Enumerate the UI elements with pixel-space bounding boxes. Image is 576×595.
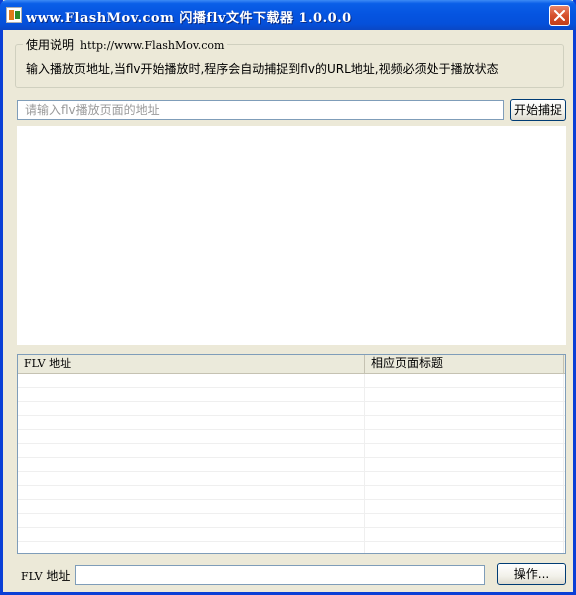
flv-list[interactable]: FLV 地址 相应页面标题 xyxy=(17,354,566,554)
start-capture-button[interactable]: 开始捕捉 xyxy=(510,99,566,121)
table-cell xyxy=(18,458,365,471)
table-row[interactable] xyxy=(18,472,565,486)
table-cell xyxy=(365,458,564,471)
table-row[interactable] xyxy=(18,500,565,514)
table-cell xyxy=(365,500,564,513)
table-cell xyxy=(365,528,564,541)
column-header-flv-url[interactable]: FLV 地址 xyxy=(18,355,365,373)
table-row[interactable] xyxy=(18,374,565,388)
app-icon xyxy=(6,7,22,23)
column-header-page-title[interactable]: 相应页面标题 xyxy=(365,355,564,373)
table-cell xyxy=(365,486,564,499)
table-cell xyxy=(18,528,365,541)
table-row[interactable] xyxy=(18,388,565,402)
flv-label-suffix: 地址 xyxy=(42,569,71,583)
table-cell xyxy=(18,500,365,513)
list-header: FLV 地址 相应页面标题 xyxy=(18,355,565,374)
table-row[interactable] xyxy=(18,528,565,542)
table-cell xyxy=(365,444,564,457)
table-cell xyxy=(18,486,365,499)
table-cell xyxy=(18,374,365,387)
table-cell xyxy=(18,416,365,429)
flv-address-input[interactable] xyxy=(75,565,485,585)
table-row[interactable] xyxy=(18,486,565,500)
table-cell xyxy=(365,430,564,443)
title-bar[interactable]: www.FlashMov.com 闪播flv文件下载器 1.0.0.0 xyxy=(0,0,576,30)
table-row[interactable] xyxy=(18,444,565,458)
table-cell xyxy=(365,472,564,485)
table-row[interactable] xyxy=(18,514,565,528)
close-icon xyxy=(554,10,565,21)
flv-address-label: FLV 地址 xyxy=(21,567,70,584)
website-link[interactable]: http://www.FlashMov.com xyxy=(80,39,224,52)
table-cell xyxy=(365,402,564,415)
page-url-input[interactable] xyxy=(17,100,504,120)
instructions-text: 输入播放页地址,当flv开始播放时,程序会自动捕捉到flv的URL地址,视频必须… xyxy=(26,62,499,76)
table-row[interactable] xyxy=(18,416,565,430)
table-cell xyxy=(365,542,564,553)
table-cell xyxy=(18,430,365,443)
table-row[interactable] xyxy=(18,402,565,416)
table-cell xyxy=(18,388,365,401)
table-cell xyxy=(365,416,564,429)
table-cell xyxy=(18,542,365,553)
instructions-title: 使用说明 xyxy=(26,38,75,52)
table-row[interactable] xyxy=(18,458,565,472)
browser-panel[interactable] xyxy=(17,126,566,345)
table-cell xyxy=(18,472,365,485)
instructions-legend: 使用说明 http://www.FlashMov.com xyxy=(23,36,228,53)
window-title: www.FlashMov.com 闪播flv文件下载器 1.0.0.0 xyxy=(26,11,352,26)
table-row[interactable] xyxy=(18,430,565,444)
close-button[interactable] xyxy=(549,5,570,26)
table-cell xyxy=(18,514,365,527)
app-window: www.FlashMov.com 闪播flv文件下载器 1.0.0.0 使用说明… xyxy=(0,0,576,595)
list-rows xyxy=(18,374,565,553)
table-row[interactable] xyxy=(18,542,565,553)
action-button[interactable]: 操作... xyxy=(497,563,566,585)
flv-label-prefix: FLV xyxy=(21,570,43,583)
table-cell xyxy=(365,374,564,387)
table-cell xyxy=(365,514,564,527)
table-cell xyxy=(365,388,564,401)
table-cell xyxy=(18,402,365,415)
table-cell xyxy=(18,444,365,457)
